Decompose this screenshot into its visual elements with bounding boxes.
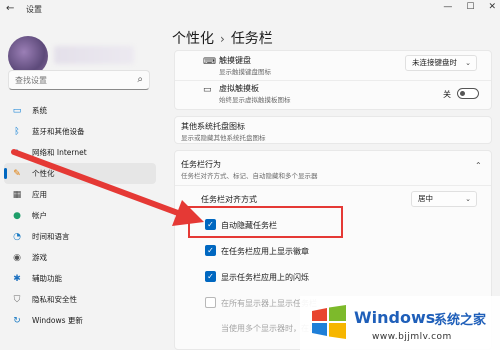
sidebar-item-gaming[interactable]: ◉ 游戏 (4, 247, 156, 268)
sidebar-item-apps[interactable]: ▦ 应用 (4, 184, 156, 205)
shield-icon: ⛉ (13, 294, 21, 305)
touch-keyboard-title: 触摸键盘 (219, 56, 251, 65)
search-box[interactable]: ⌕ (8, 70, 150, 90)
touch-keyboard-dropdown[interactable]: 未连接键盘时 ⌄ (405, 55, 477, 71)
breadcrumb-parent[interactable]: 个性化 (172, 31, 214, 47)
touchpad-icon: ▭ (203, 85, 212, 95)
sidebar-item-time-language[interactable]: ◔ 时间和语言 (4, 226, 156, 247)
sidebar-item-label: 个性化 (32, 169, 55, 178)
chevron-up-icon[interactable]: ⌃ (475, 161, 482, 170)
accessibility-icon: ✱ (13, 273, 21, 284)
gamepad-icon: ◉ (13, 252, 21, 263)
sidebar-item-accounts[interactable]: ● 帐户 (4, 205, 156, 226)
sidebar-item-label: 时间和语言 (32, 232, 70, 241)
sidebar-item-accessibility[interactable]: ✱ 辅助功能 (4, 268, 156, 289)
watermark-brand: Windows (354, 308, 436, 327)
virtual-touchpad-title: 虚拟触摸板 (219, 84, 259, 93)
brush-icon: ✎ (13, 168, 21, 179)
taskbar-behaviors-title: 任务栏行为 (181, 160, 221, 169)
touch-settings-card: ⌨ 触摸键盘 显示触摸键盘图标 未连接键盘时 ⌄ ▭ 虚拟触摸板 始终显示虚拟触… (174, 50, 492, 110)
annotation-highlight-box (188, 206, 343, 238)
window-controls: — ☐ ✕ (443, 2, 496, 12)
show-flashing-label: 显示任务栏应用上的闪烁 (221, 273, 309, 282)
monitor-icon: ▭ (12, 105, 22, 116)
other-tray-subtitle: 显示或隐藏其他系统托盘图标 (181, 134, 266, 142)
taskbar-alignment-dropdown[interactable]: 居中 ⌄ (411, 191, 477, 207)
globe-clock-icon: ◔ (13, 231, 21, 242)
windows-logo-icon (312, 305, 346, 339)
sidebar-item-bluetooth[interactable]: ᛒ 蓝牙和其他设备 (4, 121, 156, 142)
touch-keyboard-value: 未连接键盘时 (412, 58, 457, 67)
watermark-brand-cn: 系统之家 (434, 313, 487, 328)
toggle-knob (460, 91, 465, 96)
sidebar-item-label: 帐户 (32, 211, 47, 220)
bluetooth-icon: ᛒ (14, 126, 20, 137)
page-title: 任务栏 (230, 31, 273, 47)
search-input[interactable] (15, 74, 125, 87)
sidebar-item-system[interactable]: ▭ 系统 (4, 100, 156, 121)
show-badges-checkbox[interactable]: ✓ (205, 245, 216, 256)
sync-icon: ↻ (13, 315, 21, 326)
divider (175, 80, 491, 81)
watermark: Windows 系统之家 www.bjjmlv.com (300, 296, 500, 350)
sidebar-item-label: 游戏 (32, 253, 47, 262)
show-badges-label: 在任务栏应用上显示徽章 (221, 247, 309, 256)
sidebar-item-label: 隐私和安全性 (32, 295, 77, 304)
apps-icon: ▦ (12, 189, 22, 200)
divider (175, 185, 491, 186)
virtual-touchpad-subtitle: 始终显示虚拟触摸板图标 (219, 96, 291, 104)
virtual-touchpad-state: 关 (443, 90, 451, 99)
taskbar-behaviors-subtitle: 任务栏对齐方式、标记、自动隐藏和多个显示器 (181, 172, 318, 180)
sidebar-item-label: 蓝牙和其他设备 (32, 127, 85, 136)
keyboard-icon: ⌨ (203, 57, 216, 67)
person-icon: ● (13, 210, 21, 221)
watermark-url: www.bjjmlv.com (372, 332, 452, 342)
taskbar-alignment-label: 任务栏对齐方式 (201, 195, 257, 204)
minimize-button[interactable]: — (443, 2, 452, 12)
chevron-right-icon: › (220, 32, 225, 46)
sidebar-item-label: 辅助功能 (32, 274, 62, 283)
app-title: 设置 (26, 5, 42, 14)
sidebar-item-privacy[interactable]: ⛉ 隐私和安全性 (4, 289, 156, 310)
sidebar-item-network[interactable]: ◆ 网络和 Internet (4, 142, 156, 163)
user-info (54, 46, 134, 64)
sidebar-item-label: 系统 (32, 106, 47, 115)
wifi-icon: ◆ (13, 147, 21, 158)
other-tray-icons-card[interactable]: 其他系统托盘图标 显示或隐藏其他系统托盘图标 (174, 116, 492, 144)
sidebar-item-label: Windows 更新 (32, 316, 83, 325)
chevron-down-icon: ⌄ (465, 195, 471, 203)
other-tray-title: 其他系统托盘图标 (181, 122, 245, 131)
title-bar: ← 设置 — ☐ ✕ (0, 0, 500, 18)
show-flashing-checkbox[interactable]: ✓ (205, 271, 216, 282)
sidebar-item-windows-update[interactable]: ↻ Windows 更新 (4, 310, 156, 331)
arrow-left-icon[interactable]: ← (6, 3, 18, 15)
search-icon[interactable]: ⌕ (137, 74, 143, 85)
chevron-down-icon: ⌄ (465, 59, 471, 67)
taskbar-alignment-value: 居中 (418, 194, 433, 203)
close-button[interactable]: ✕ (488, 2, 496, 12)
breadcrumb: 个性化 › 任务栏 (172, 28, 273, 48)
sidebar: ⌕ ▭ 系统 ᛒ 蓝牙和其他设备 ◆ 网络和 Internet ✎ 个性化 ▦ … (0, 18, 160, 350)
sidebar-item-label: 网络和 Internet (32, 148, 87, 157)
sidebar-nav: ▭ 系统 ᛒ 蓝牙和其他设备 ◆ 网络和 Internet ✎ 个性化 ▦ 应用… (4, 100, 156, 331)
virtual-touchpad-toggle[interactable] (457, 88, 479, 99)
sidebar-item-personalization[interactable]: ✎ 个性化 (4, 163, 156, 184)
touch-keyboard-subtitle: 显示触摸键盘图标 (219, 68, 271, 76)
sidebar-item-label: 应用 (32, 190, 47, 199)
all-displays-checkbox[interactable] (205, 297, 216, 308)
maximize-button[interactable]: ☐ (466, 2, 474, 12)
